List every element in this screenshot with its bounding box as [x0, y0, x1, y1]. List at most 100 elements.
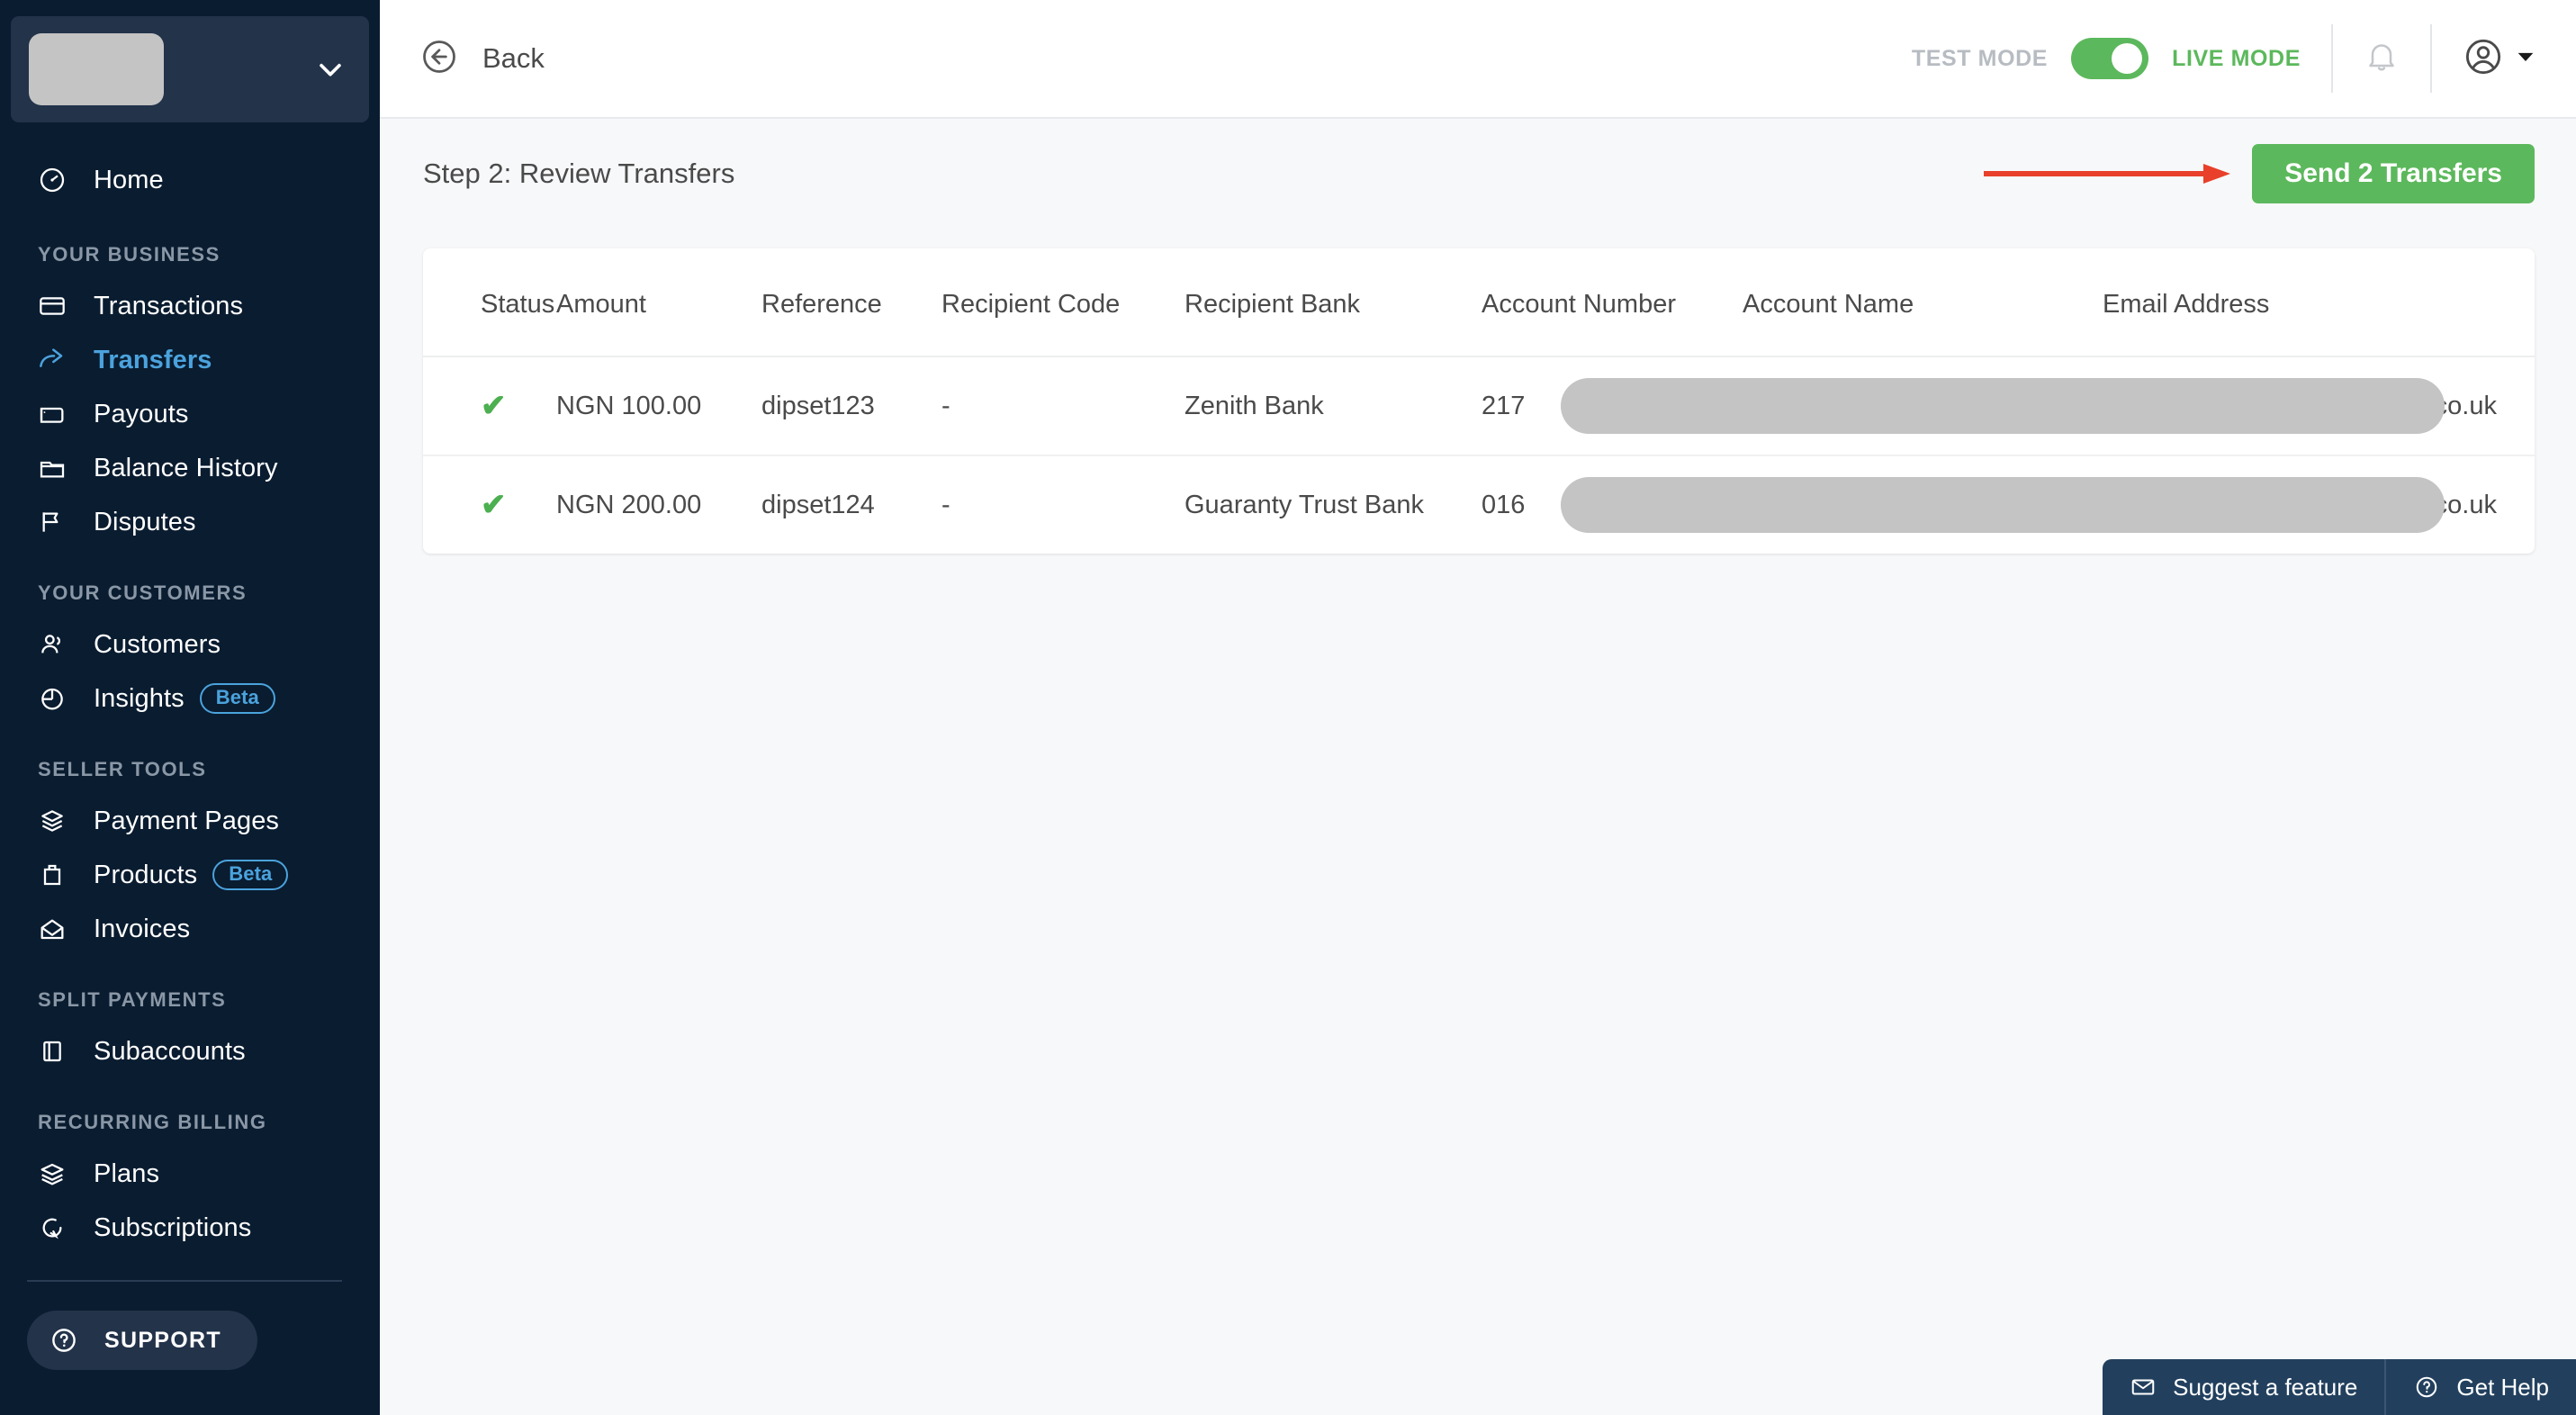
- account-switcher[interactable]: [11, 16, 369, 122]
- redaction-overlay-row-1: [1561, 378, 2445, 434]
- cell-recipient-bank: Zenith Bank: [1184, 356, 1482, 456]
- column-header-account-number: Account Number: [1482, 248, 1743, 357]
- status-check-icon: ✔: [481, 389, 507, 423]
- sidebar-item-label: Home: [94, 165, 164, 194]
- column-header-recipient-code: Recipient Code: [941, 248, 1184, 357]
- envelope-icon: [2130, 1374, 2157, 1401]
- cell-amount: NGN 200.00: [556, 490, 702, 519]
- divider: [2430, 24, 2432, 93]
- user-circle-icon: [2463, 36, 2504, 82]
- sidebar-item-balance-history[interactable]: Balance History: [0, 441, 380, 495]
- toggle-knob: [2112, 43, 2143, 74]
- sidebar-item-label: Invoices: [94, 914, 191, 943]
- cell-recipient-code: -: [941, 356, 1184, 456]
- sidebar-item-transfers[interactable]: Transfers: [0, 333, 380, 387]
- sidebar-item-label: Customers: [94, 629, 221, 659]
- help-dock: Suggest a feature Get Help: [2103, 1359, 2576, 1415]
- back-button-label: Back: [482, 42, 545, 74]
- mode-toggle-group[interactable]: TEST MODE LIVE MODE: [1912, 38, 2301, 79]
- top-bar-right: TEST MODE LIVE MODE: [1912, 24, 2535, 93]
- cell-amount: NGN 100.00: [556, 356, 761, 456]
- table-header-row: Status Amount Reference Recipient Code R…: [423, 248, 2535, 357]
- cell-status: ✔: [423, 455, 556, 554]
- arrow-left-circle-icon: [419, 37, 459, 81]
- caret-down-icon: [2517, 48, 2535, 70]
- sidebar-item-disputes[interactable]: Disputes: [0, 495, 380, 549]
- sidebar-item-products[interactable]: Products Beta: [0, 848, 380, 902]
- sidebar-item-label: Insights: [94, 683, 185, 713]
- sidebar-item-label: Subaccounts: [94, 1036, 246, 1066]
- wallet-icon: [38, 400, 77, 428]
- sidebar-item-label: Subscriptions: [94, 1212, 252, 1242]
- sidebar-item-plans[interactable]: Plans: [0, 1147, 380, 1201]
- status-check-icon: ✔: [481, 488, 507, 522]
- column-header-email-address: Email Address: [2103, 248, 2535, 357]
- sidebar-nav: Home YOUR BUSINESS Transactions Transfer…: [0, 153, 380, 1415]
- app-root: Home YOUR BUSINESS Transactions Transfer…: [0, 0, 2576, 1415]
- annotation-arrow-icon: [1982, 158, 2234, 189]
- sidebar-item-invoices[interactable]: Invoices: [0, 902, 380, 956]
- sidebar-divider: [27, 1280, 342, 1282]
- column-header-status: Status: [423, 248, 556, 357]
- sidebar-group-title: YOUR BUSINESS: [38, 243, 221, 266]
- sidebar-group-title: SELLER TOOLS: [38, 758, 207, 780]
- suggest-a-feature-label: Suggest a feature: [2173, 1373, 2358, 1401]
- back-button[interactable]: Back: [419, 37, 545, 81]
- bell-icon: [2364, 39, 2400, 79]
- sidebar-item-subaccounts[interactable]: Subaccounts: [0, 1024, 380, 1078]
- main-content: Back TEST MODE LIVE MODE Step 2: Review …: [380, 0, 2576, 1415]
- flag-icon: [38, 508, 77, 536]
- notebook-icon: [38, 1037, 77, 1066]
- bag-icon: [38, 861, 77, 889]
- account-number-prefix: 016: [1482, 490, 1526, 519]
- get-help-label: Get Help: [2456, 1373, 2549, 1401]
- transfers-review-card: Status Amount Reference Recipient Code R…: [423, 248, 2535, 554]
- users-icon: [38, 630, 77, 659]
- cell-status: ✔: [423, 356, 556, 456]
- sidebar-item-insights[interactable]: Insights Beta: [0, 671, 380, 726]
- folder-icon: [38, 454, 77, 482]
- support-button-label: SUPPORT: [104, 1327, 221, 1353]
- sidebar-group-title: SPLIT PAYMENTS: [38, 988, 227, 1011]
- suggest-a-feature-button[interactable]: Suggest a feature: [2103, 1359, 2384, 1415]
- chevron-down-icon[interactable]: [315, 54, 346, 85]
- cell-recipient-code: -: [941, 490, 950, 519]
- sidebar-group-title: RECURRING BILLING: [38, 1111, 267, 1133]
- page-header-actions: Send 2 Transfers: [1982, 144, 2535, 203]
- get-help-button[interactable]: Get Help: [2386, 1359, 2576, 1415]
- sidebar-item-subscriptions[interactable]: Subscriptions: [0, 1201, 380, 1255]
- account-number-prefix: 217: [1482, 391, 1526, 420]
- pie-chart-icon: [38, 684, 77, 713]
- top-bar: Back TEST MODE LIVE MODE: [380, 0, 2576, 119]
- column-header-amount: Amount: [556, 248, 761, 357]
- sidebar-item-transactions[interactable]: Transactions: [0, 279, 380, 333]
- question-circle-icon: [2413, 1374, 2440, 1401]
- column-header-reference: Reference: [761, 248, 941, 357]
- sidebar-item-customers[interactable]: Customers: [0, 617, 380, 671]
- sidebar-item-label: Payouts: [94, 399, 189, 428]
- sidebar-item-payment-pages[interactable]: Payment Pages: [0, 794, 380, 848]
- page-title: Step 2: Review Transfers: [423, 158, 735, 189]
- sidebar: Home YOUR BUSINESS Transactions Transfer…: [0, 0, 380, 1415]
- account-menu-button[interactable]: [2463, 36, 2535, 82]
- sidebar-group-title: YOUR CUSTOMERS: [38, 581, 248, 604]
- sidebar-item-label: Plans: [94, 1158, 160, 1188]
- sidebar-item-payouts[interactable]: Payouts: [0, 387, 380, 441]
- sidebar-item-label: Balance History: [94, 453, 278, 482]
- credit-card-icon: [38, 292, 77, 320]
- layers-icon: [38, 1159, 77, 1188]
- column-header-recipient-bank: Recipient Bank: [1184, 248, 1482, 357]
- sidebar-item-label: Transfers: [94, 345, 212, 374]
- sidebar-item-home[interactable]: Home: [0, 153, 380, 207]
- refresh-icon: [38, 1213, 77, 1242]
- cell-recipient-bank: Guaranty Trust Bank: [1184, 490, 1424, 519]
- live-mode-toggle[interactable]: [2071, 38, 2149, 79]
- support-button[interactable]: SUPPORT: [27, 1311, 257, 1370]
- send-transfers-button[interactable]: Send 2 Transfers: [2252, 144, 2535, 203]
- page-header: Step 2: Review Transfers Send 2 Transfer…: [380, 119, 2576, 229]
- beta-badge: Beta: [212, 860, 289, 890]
- test-mode-label: TEST MODE: [1911, 45, 2049, 71]
- notifications-button[interactable]: [2364, 39, 2400, 79]
- divider: [2331, 24, 2333, 93]
- cell-reference: dipset123: [761, 356, 941, 456]
